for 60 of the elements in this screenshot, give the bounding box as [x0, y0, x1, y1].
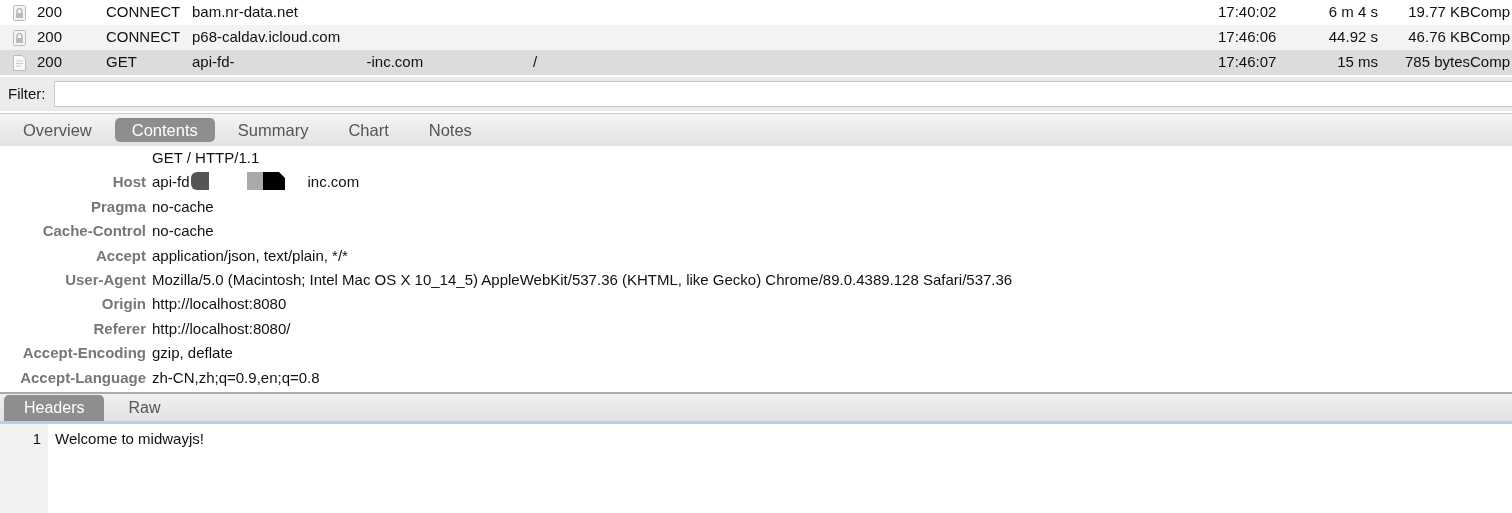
- session-row[interactable]: 200 CONNECT bam.nr-data.net 17:40:02 6 m 4 s 19.77 KBComp: [0, 0, 1512, 25]
- tab[interactable]: Headers: [4, 395, 105, 422]
- size-text: 46.76 KB: [1408, 28, 1470, 46]
- header-value: http://localhost:8080/: [152, 319, 291, 337]
- header-name: Host: [111, 172, 146, 193]
- request-line: GET / HTTP/1.1: [152, 148, 261, 168]
- size-text: 19.77 KB: [1408, 3, 1470, 21]
- time-text: 17:46:06: [1218, 28, 1277, 46]
- header-name: Accept: [94, 245, 146, 266]
- header-name: User-Agent: [64, 270, 146, 291]
- tab[interactable]: Raw: [108, 395, 181, 422]
- body-text: Welcome to midwayjs!: [55, 430, 204, 448]
- session-row[interactable]: 200 GET api-fd- -inc.com / 17:46:07 15 ms 785 bytesComp: [0, 50, 1512, 75]
- header-value: gzip, deflate: [152, 344, 233, 362]
- tab[interactable]: Chart: [331, 118, 406, 142]
- status-code: 200: [37, 53, 63, 71]
- size-text: 785 bytes: [1404, 53, 1470, 71]
- state-text: Comp: [1470, 53, 1510, 71]
- header-name: Referer: [92, 318, 146, 339]
- header-value: Mozilla/5.0 (Macintosh; Intel Mac OS X 10_14_5) AppleWebKit/537.36 (KHTML, like Gecko) Chrome/89.0.4389.128 Safari/537.36: [152, 271, 1013, 289]
- status-code: 200: [37, 28, 63, 46]
- state-text: Comp: [1470, 28, 1510, 46]
- duration-text: 15 ms: [1337, 53, 1378, 71]
- line-number: 1: [32, 430, 41, 448]
- host-text: p68-caldav.icloud.com: [192, 27, 341, 48]
- time-text: 17:40:02: [1218, 3, 1277, 21]
- method-text: CONNECT: [106, 3, 181, 21]
- tab[interactable]: Summary: [220, 118, 326, 142]
- status-code: 200: [37, 3, 63, 21]
- lock-icon: [13, 29, 26, 46]
- duration-text: 44.92 s: [1328, 28, 1378, 46]
- header-name: Cache-Control: [41, 221, 146, 242]
- session-row[interactable]: 200 CONNECT p68-caldav.icloud.com 17:46:06 44.92 s 46.76 KBComp: [0, 25, 1512, 50]
- method-text: CONNECT: [106, 28, 181, 46]
- tab[interactable]: Notes: [411, 118, 489, 142]
- filter-label: Filter:: [8, 83, 46, 104]
- header-value: no-cache: [152, 197, 214, 215]
- header-value: no-cache: [152, 222, 214, 240]
- header-name: Accept-Encoding: [21, 343, 146, 364]
- lock-icon: [13, 4, 26, 21]
- tab[interactable]: Overview: [6, 118, 109, 142]
- method-text: GET: [106, 53, 137, 71]
- document-icon: [13, 54, 26, 71]
- header-value: zh-CN,zh;q=0.9,en;q=0.8: [152, 368, 320, 386]
- header-value: inc.com: [307, 173, 360, 191]
- header-name: Accept-Language: [19, 367, 146, 388]
- header-value: api-fd: [152, 173, 190, 191]
- state-text: Comp: [1470, 3, 1510, 21]
- header-value: application/json, text/plain, */*: [152, 246, 348, 264]
- filter-field[interactable]: [53, 81, 1512, 107]
- host-text: -inc.com: [366, 52, 424, 73]
- header-name: Origin: [100, 294, 146, 315]
- path-text: /: [533, 53, 538, 71]
- header-value: http://localhost:8080: [152, 295, 287, 313]
- header-name: Pragma: [89, 196, 146, 217]
- host-text: api-fd-: [192, 52, 235, 73]
- time-text: 17:46:07: [1218, 53, 1277, 71]
- host-text: bam.nr-data.net: [192, 2, 298, 23]
- duration-text: 6 m 4 s: [1328, 3, 1378, 21]
- tab[interactable]: Contents: [114, 118, 215, 142]
